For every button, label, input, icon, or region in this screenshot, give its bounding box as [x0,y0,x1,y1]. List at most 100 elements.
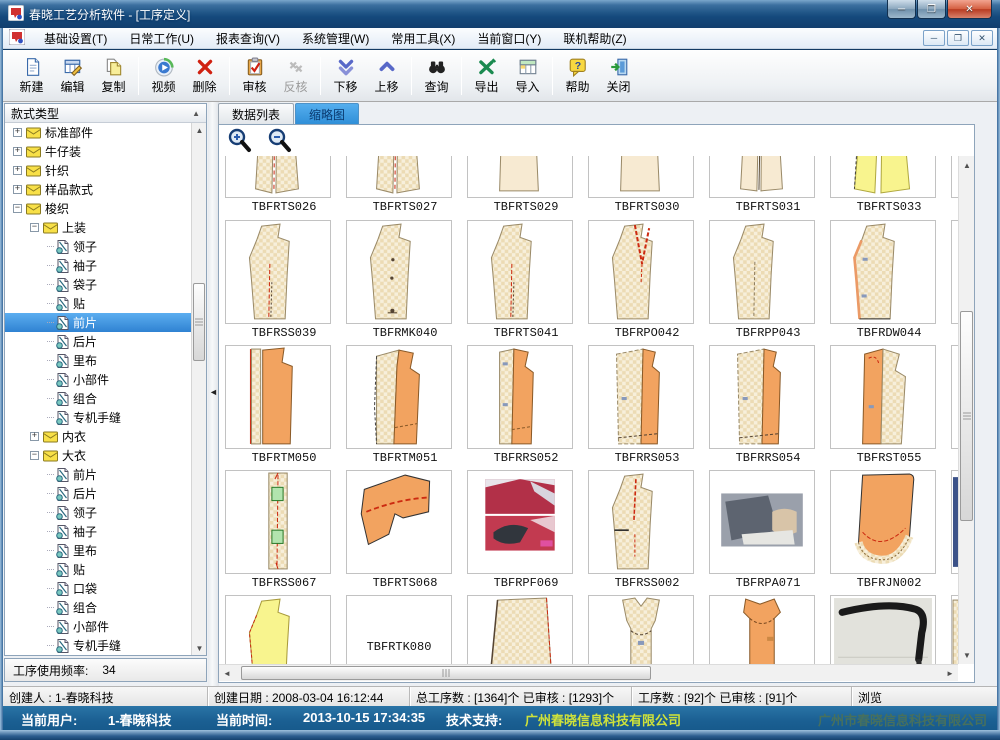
toolbar-button-10[interactable]: 查询 [416,53,457,99]
toolbar-button-6[interactable]: 审核 [234,53,275,99]
menu-item-2[interactable]: 日常工作(U) [118,28,205,49]
toolbar-button-5[interactable]: 删除 [184,53,225,99]
thumbnail-r2c7[interactable] [951,220,958,324]
thumbnail-r5c7[interactable] [951,595,958,664]
tree-expander-icon[interactable]: + [13,166,22,175]
toolbar-button-2[interactable]: 编辑 [52,53,93,99]
zoom-in-icon[interactable] [227,128,254,158]
tree-item-里布[interactable]: 里布 [5,351,192,370]
tree-item-袋子[interactable]: 袋子 [5,275,192,294]
tree-scrollbar[interactable]: ▲ ▼ [191,123,206,655]
thumbnail-TBFRPO042[interactable] [588,220,694,324]
tree-item-小部件[interactable]: 小部件 [5,617,192,636]
tree-item-前片[interactable]: 前片 [5,313,192,332]
tree-item-专机手缝[interactable]: 专机手缝 [5,408,192,427]
close-button[interactable]: ✕ [947,0,992,19]
tree-item-大衣[interactable]: −大衣 [5,446,192,465]
thumbnail-TBFRTS033[interactable] [830,156,936,198]
tree-item-后片[interactable]: 后片 [5,484,192,503]
mdi-restore-button[interactable]: ❐ [947,30,969,46]
tree-item-内衣[interactable]: +内衣 [5,427,192,446]
thumbnail-r5c4[interactable] [588,595,694,664]
collapse-arrow-icon[interactable]: ▲ [192,109,200,118]
toolbar-button-14[interactable]: 关闭 [598,53,639,99]
tree-expander-icon[interactable]: + [13,185,22,194]
menu-item-7[interactable]: 联机帮助(Z) [552,28,637,49]
thumbnail-TBFRPA071[interactable] [709,470,815,574]
tree-item-样品款式[interactable]: +样品款式 [5,180,192,199]
tree-item-领子[interactable]: 领子 [5,237,192,256]
tree-item-前片[interactable]: 前片 [5,465,192,484]
tree-item-梭织[interactable]: −梭织 [5,199,192,218]
thumbnail-r3c7[interactable] [951,345,958,449]
tree-expander-icon[interactable]: + [13,147,22,156]
vscroll-thumb[interactable] [960,311,973,521]
thumbnail-TBFRTM050[interactable] [225,345,331,449]
vertical-scrollbar[interactable]: ▲ ▼ [958,156,974,664]
thumbnail-TBFRSS067[interactable] [225,470,331,574]
mdi-minimize-button[interactable]: ─ [923,30,945,46]
menu-item-4[interactable]: 系统管理(W) [291,28,380,49]
toolbar-button-4[interactable]: 视频 [143,53,184,99]
tree-item-组合[interactable]: 组合 [5,389,192,408]
splitter-collapse-icon[interactable]: ◄ [209,387,218,397]
tree-item-里布[interactable]: 里布 [5,541,192,560]
tree-item-标准部件[interactable]: +标准部件 [5,123,192,142]
tree-item-袖子[interactable]: 袖子 [5,522,192,541]
toolbar-button-9[interactable]: 上移 [366,53,407,99]
scroll-down-icon[interactable]: ▼ [959,648,975,662]
thumbnail-TBFRTM051[interactable] [346,345,452,449]
tree-expander-icon[interactable]: − [30,451,39,460]
tree-item-小部件[interactable]: 小部件 [5,370,192,389]
tree-item-针织[interactable]: +针织 [5,161,192,180]
thumbnail-TBFRRS052[interactable] [467,345,573,449]
tree-item-口袋[interactable]: 口袋 [5,579,192,598]
tree-scroll-down-icon[interactable]: ▼ [192,641,207,655]
tree-expander-icon[interactable]: − [13,204,22,213]
tree-scroll-thumb[interactable] [193,283,205,361]
thumbnail-TBFRRS053[interactable] [588,345,694,449]
horizontal-scrollbar[interactable]: ◄ ► [219,664,958,681]
toolbar-button-3[interactable]: 复制 [93,53,134,99]
toolbar-button-13[interactable]: ?帮助 [557,53,598,99]
scroll-right-icon[interactable]: ► [942,665,958,682]
menu-item-6[interactable]: 当前窗口(Y) [466,28,552,49]
maximize-button[interactable]: ❐ [917,0,946,19]
thumbnail-TBFRRS054[interactable] [709,345,815,449]
tree-item-后片[interactable]: 后片 [5,332,192,351]
tree-item-领子[interactable]: 领子 [5,503,192,522]
zoom-out-icon[interactable] [267,128,294,158]
thumbnail-r5c1[interactable] [225,595,331,664]
tree-expander-icon[interactable]: + [30,432,39,441]
thumbnail-r5c5[interactable] [709,595,815,664]
thumbnail-TBFRTS027[interactable] [346,156,452,198]
toolbar-button-1[interactable]: 新建 [11,53,52,99]
menu-item-1[interactable]: 基础设置(T) [33,28,118,49]
tree-item-贴[interactable]: 贴 [5,560,192,579]
tree-item-组合[interactable]: 组合 [5,598,192,617]
minimize-button[interactable]: ─ [887,0,916,19]
thumbnail-TBFRPP043[interactable] [709,220,815,324]
thumbnail-TBFRTS029[interactable] [467,156,573,198]
thumbnail-TBFRST055[interactable] [830,345,936,449]
tab-thumbnails[interactable]: 缩略图 [295,103,359,124]
tree-expander-icon[interactable]: − [30,223,39,232]
mdi-close-button[interactable]: ✕ [971,30,993,46]
thumbnail-TBFRSS002[interactable] [588,470,694,574]
thumbnail-TBFRMK040[interactable] [346,220,452,324]
thumbnail-TBFRTS026[interactable] [225,156,331,198]
thumbnail-TBFRTS041[interactable] [467,220,573,324]
thumbnail-TBFRTS068[interactable] [346,470,452,574]
tree-expander-icon[interactable]: + [13,128,22,137]
thumbnail-TBFRTS031[interactable] [709,156,815,198]
tree-scroll-up-icon[interactable]: ▲ [192,123,207,137]
tab-data-list[interactable]: 数据列表 [218,103,294,124]
thumbnail-r4c7[interactable] [951,470,958,574]
thumbnail-r5c6[interactable] [830,595,936,664]
toolbar-button-8[interactable]: 下移 [325,53,366,99]
scroll-left-icon[interactable]: ◄ [219,665,235,682]
thumbnail-TBFRJN002[interactable] [830,470,936,574]
thumbnail-r1c7[interactable] [951,156,958,198]
toolbar-button-12[interactable]: 导入 [507,53,548,99]
toolbar-button-11[interactable]: 导出 [466,53,507,99]
